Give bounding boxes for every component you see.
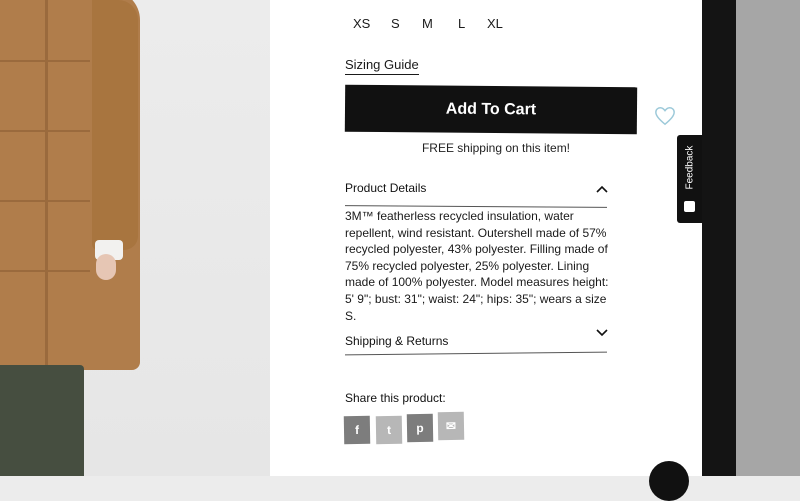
coat-front-seam [45,0,48,370]
add-to-cart-button[interactable]: Add To Cart [344,84,638,135]
device-bezel [702,0,736,476]
shipping-returns-header[interactable]: Shipping & Returns [345,334,448,348]
size-selector: XS S M L XL [340,16,520,42]
facebook-icon[interactable]: f [343,415,371,445]
size-option-xs[interactable]: XS [353,16,370,31]
twitter-icon[interactable]: t [375,415,403,445]
product-details-text: 3M™ featherless recycled insulation, wat… [345,209,609,323]
chevron-up-icon[interactable] [595,184,609,194]
facebook-glyph: f [354,422,360,438]
size-option-xl[interactable]: XL [487,16,503,31]
coat-sleeve [92,0,138,250]
coat-quilt-line [0,200,90,202]
free-shipping-note: FREE shipping on this item! [421,141,571,155]
model-hand [96,254,116,280]
share-label: Share this product: [345,391,446,405]
sizing-guide-link[interactable]: Sizing Guide [345,57,419,75]
heart-icon[interactable] [654,105,676,127]
chevron-down-icon[interactable] [595,327,609,337]
email-icon[interactable]: ✉ [437,411,465,441]
product-details-header[interactable]: Product Details [345,181,426,195]
coat-quilt-line [0,60,90,62]
feedback-label: Feedback [684,145,696,190]
model-pants [0,365,84,476]
feedback-icon [684,201,695,212]
size-option-m[interactable]: M [422,16,433,31]
chat-button[interactable] [649,461,689,501]
pinterest-glyph: p [416,420,424,436]
size-option-l[interactable]: L [458,16,465,31]
size-option-s[interactable]: S [391,16,400,31]
device-edge [736,0,800,476]
pinterest-icon[interactable]: p [406,413,434,443]
twitter-glyph: t [386,422,392,438]
product-photo [0,0,270,476]
coat-quilt-line [0,270,90,272]
coat-quilt-line [0,130,90,132]
email-glyph: ✉ [445,418,457,434]
feedback-tab[interactable]: Feedback [677,135,702,223]
